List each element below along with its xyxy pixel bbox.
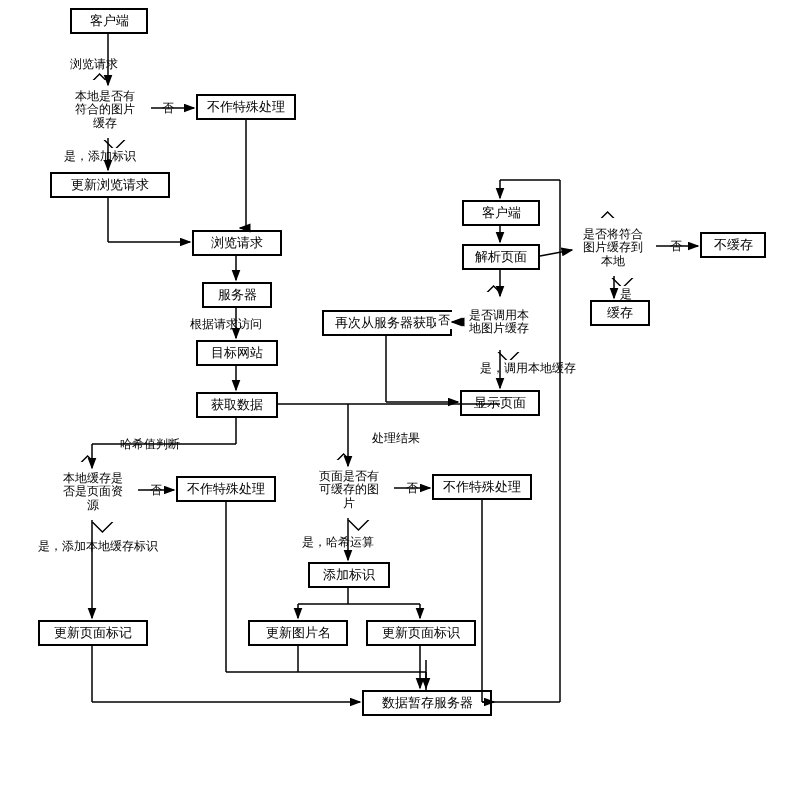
svg-line-39 bbox=[540, 250, 572, 256]
